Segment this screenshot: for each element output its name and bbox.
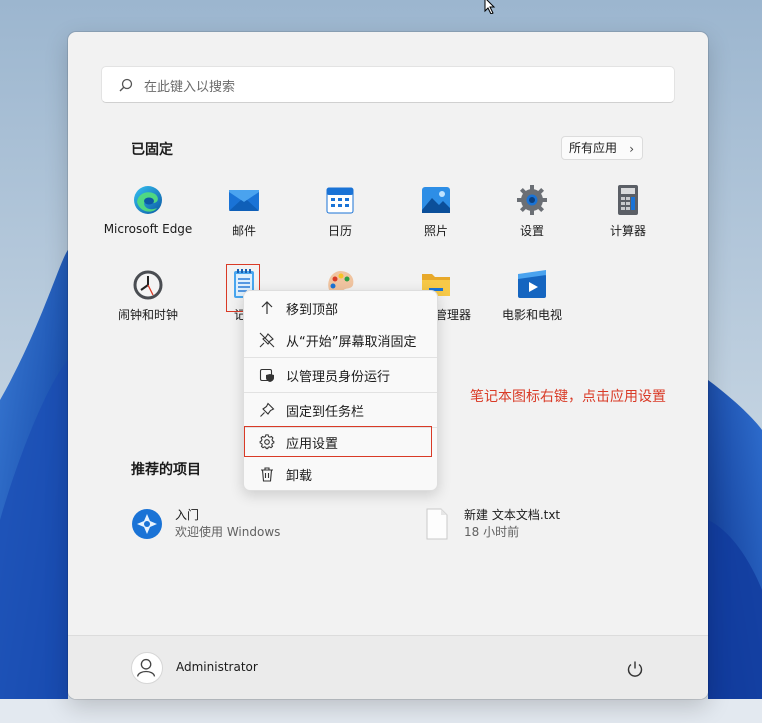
menu-separator xyxy=(244,357,437,358)
photos-icon xyxy=(422,187,450,213)
pinned-app-calendar[interactable]: 日历 xyxy=(292,184,388,254)
start-menu-footer: Administrator xyxy=(68,635,708,699)
app-label: 日历 xyxy=(327,224,352,238)
app-label: 照片 xyxy=(423,224,448,238)
arrow-up-icon xyxy=(261,301,273,314)
recommended-item-text-file[interactable]: 新建 文本文档.txt 18 小时前 xyxy=(420,506,660,546)
app-label: 设置 xyxy=(519,224,544,238)
app-label: 电影和电视 xyxy=(501,308,562,322)
recommended-item-title: 入门 xyxy=(175,508,200,522)
search-placeholder: 在此键入以搜索 xyxy=(144,80,236,95)
search-box[interactable]: 在此键入以搜索 xyxy=(101,66,675,103)
pinned-app-calculator[interactable]: 计算器 xyxy=(580,184,676,254)
app-label: 邮件 xyxy=(231,224,256,238)
pin-icon xyxy=(260,402,275,417)
calendar-icon xyxy=(326,187,354,214)
pinned-app-movies-tv[interactable]: 电影和电视 xyxy=(484,268,580,338)
search-icon xyxy=(119,78,133,92)
menu-item-label: 以管理员身份运行 xyxy=(286,370,391,385)
text-file-icon xyxy=(426,508,448,540)
menu-item-label: 从“开始”屏幕取消固定 xyxy=(286,335,417,350)
unpin-icon xyxy=(259,332,275,348)
recommended-item-title: 新建 文本文档.txt xyxy=(464,508,561,522)
clock-icon xyxy=(133,270,163,300)
menu-separator xyxy=(244,392,437,393)
pinned-app-clock[interactable]: 闹钟和时钟 xyxy=(100,268,196,338)
menu-item-run-as-admin[interactable]: 以管理员身份运行 xyxy=(244,360,437,390)
all-apps-button[interactable]: 所有应用 › xyxy=(561,136,643,160)
recommended-title: 推荐的项目 xyxy=(131,462,201,478)
menu-item-move-to-top[interactable]: 移到顶部 xyxy=(244,293,437,323)
pinned-app-settings[interactable]: 设置 xyxy=(484,184,580,254)
app-settings-highlight-box xyxy=(244,426,432,457)
mouse-cursor-icon xyxy=(484,0,496,14)
all-apps-label: 所有应用 xyxy=(569,141,618,155)
context-menu: 移到顶部 从“开始”屏幕取消固定 以管理员身份运行 固定到任务栏 应用设置 卸载 xyxy=(243,290,438,491)
recommended-item-subtitle: 欢迎使用 Windows xyxy=(175,525,281,539)
pinned-app-mail[interactable]: 邮件 xyxy=(196,184,292,254)
pinned-app-photos[interactable]: 照片 xyxy=(388,184,484,254)
recommended-item-get-started[interactable]: 入门 欢迎使用 Windows xyxy=(131,506,371,546)
menu-item-label: 固定到任务栏 xyxy=(286,405,365,420)
mail-icon xyxy=(229,190,259,211)
movies-tv-icon xyxy=(518,270,546,298)
instruction-annotation: 笔记本图标右键，点击应用设置 xyxy=(470,389,666,405)
app-label: Microsoft Edge xyxy=(103,222,193,236)
calculator-icon xyxy=(618,185,638,215)
avatar[interactable] xyxy=(131,652,163,684)
power-icon[interactable] xyxy=(626,660,644,678)
settings-gear-icon xyxy=(517,185,547,215)
pinned-app-edge[interactable]: Microsoft Edge xyxy=(100,184,196,254)
app-label: 闹钟和时钟 xyxy=(117,308,178,322)
recommended-item-subtitle: 18 小时前 xyxy=(464,525,520,539)
menu-item-pin-to-taskbar[interactable]: 固定到任务栏 xyxy=(244,395,437,425)
menu-item-label: 卸载 xyxy=(286,469,313,484)
user-name[interactable]: Administrator xyxy=(176,660,258,674)
trash-icon xyxy=(261,467,273,482)
edge-icon xyxy=(134,186,162,214)
chevron-right-icon: › xyxy=(629,142,634,156)
menu-item-uninstall[interactable]: 卸载 xyxy=(244,459,437,489)
app-label: 计算器 xyxy=(609,224,646,238)
menu-item-unpin-from-start[interactable]: 从“开始”屏幕取消固定 xyxy=(244,325,437,355)
user-icon xyxy=(136,658,156,677)
pinned-title: 已固定 xyxy=(131,142,173,158)
shield-admin-icon xyxy=(259,368,274,382)
menu-item-label: 移到顶部 xyxy=(286,303,339,318)
get-started-icon xyxy=(132,509,162,539)
